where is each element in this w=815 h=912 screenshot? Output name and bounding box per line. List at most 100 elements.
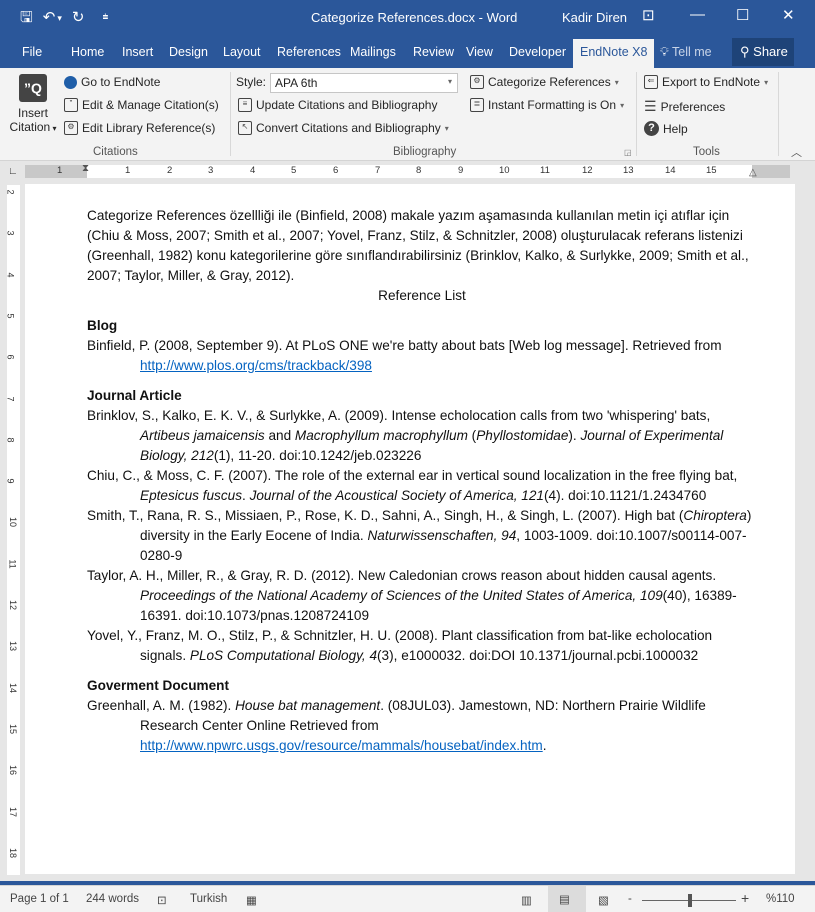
reference-text: . [242, 488, 250, 503]
zoom-out-button[interactable]: - [628, 893, 632, 905]
tab-selector-icon[interactable]: ∟ [8, 166, 18, 177]
ribbon: ”Q Insert Citation ▾ Go to EndNote ” Edi… [0, 68, 815, 161]
update-citations-button[interactable]: ≡ Update Citations and Bibliography [238, 98, 437, 112]
tab-file[interactable]: File [22, 45, 42, 59]
tab-insert[interactable]: Insert [122, 45, 153, 59]
category-heading: Blog [87, 318, 118, 333]
tab-endnote[interactable]: EndNote X8 [573, 39, 655, 68]
document-body[interactable]: Categorize References özellliği ile (Bin… [87, 206, 757, 756]
close-button[interactable]: ✕ [782, 6, 795, 24]
reference-entry: Taylor, A. H., Miller, R., & Gray, R. D.… [87, 566, 757, 626]
lightbulb-icon: 💡︎ [660, 45, 669, 59]
group-divider [230, 72, 231, 156]
chevron-down-icon: ▾ [764, 77, 769, 87]
categorize-label: Categorize References [488, 75, 611, 89]
read-mode-icon[interactable]: ▥ [521, 893, 532, 907]
tab-design[interactable]: Design [169, 45, 208, 59]
redo-icon[interactable]: ↻ [72, 8, 85, 28]
reference-italic-text: House bat management [235, 698, 381, 713]
go-to-endnote-button[interactable]: Go to EndNote [64, 75, 160, 89]
zoom-level[interactable]: %110 [766, 893, 795, 905]
instant-formatting-button[interactable]: ≣ Instant Formatting is On ▾ [470, 98, 624, 112]
tab-home[interactable]: Home [71, 45, 104, 59]
horizontal-ruler[interactable]: ∟ 1 1 2 3 4 5 6 7 8 9 10 11 12 13 14 15 ⧗ △ [0, 161, 815, 181]
update-bibliography-icon: ≡ [238, 98, 252, 112]
user-name[interactable]: Kadir Diren [562, 10, 627, 25]
reference-italic-text: Chiroptera [683, 508, 747, 523]
vertical-ruler[interactable]: 2 3 4 5 6 7 8 9 10 11 12 13 14 15 16 17 18 [0, 181, 25, 881]
edit-manage-citations-button[interactable]: ” Edit & Manage Citation(s) [64, 98, 219, 112]
category-heading: Goverment Document [87, 678, 230, 693]
endnote-logo-icon [64, 75, 77, 89]
tab-layout[interactable]: Layout [223, 45, 261, 59]
reference-text: and [264, 428, 295, 443]
export-icon: ⇐ [644, 75, 658, 89]
word-count[interactable]: 244 words [86, 893, 139, 905]
edit-library-reference-button[interactable]: ⚙ Edit Library Reference(s) [64, 121, 215, 135]
insert-citation-button[interactable]: ”Q Insert Citation ▾ [8, 74, 58, 134]
ruler-number: 13 [623, 165, 634, 176]
zoom-in-button[interactable]: + [741, 890, 749, 906]
style-select[interactable]: APA 6th ▾ [270, 73, 458, 93]
document-page[interactable]: Categorize References özellliği ile (Bin… [25, 184, 795, 874]
maximize-button[interactable]: ☐ [736, 6, 749, 24]
ruler-right-margin [752, 165, 790, 178]
customize-qat-icon[interactable]: ⩧ [102, 8, 108, 28]
status-bar: Page 1 of 1 244 words ⊡ Turkish ▦ ▥ ▤ ▧ … [0, 885, 815, 912]
reference-link[interactable]: http://www.plos.org/cms/trackback/398 [140, 358, 372, 373]
tell-me[interactable]: 💡︎ Tell me [660, 45, 712, 60]
indent-marker[interactable]: ⧗ [82, 163, 89, 174]
ruler-number: 6 [5, 354, 16, 360]
minimize-button[interactable]: — [690, 6, 705, 23]
ruler-number: 10 [8, 517, 19, 528]
edit-library-label: Edit Library Reference(s) [82, 121, 216, 135]
undo-dropdown-icon[interactable]: ▾ [57, 8, 62, 28]
tell-me-label: Tell me [672, 45, 712, 59]
window-title: Categorize References.docx - Word [311, 10, 518, 25]
tab-view[interactable]: View [466, 45, 493, 59]
dialog-launcher-icon[interactable]: ◲ [624, 148, 632, 157]
go-to-endnote-label: Go to EndNote [81, 75, 161, 89]
group-divider [778, 72, 779, 156]
reference-italic-text: Macrophyllum macrophyllum [294, 428, 468, 443]
help-button[interactable]: ? Help [644, 121, 688, 136]
categorize-references-button[interactable]: ⚙ Categorize References ▾ [470, 75, 619, 89]
ribbon-display-options-icon[interactable]: ⊡ [642, 6, 655, 24]
tab-mailings[interactable]: Mailings [350, 45, 396, 59]
preferences-button[interactable]: ☰ Preferences [644, 98, 725, 115]
ruler-number: 12 [8, 599, 19, 611]
collapse-ribbon-icon[interactable]: ︿ [791, 144, 802, 160]
ruler-number: 14 [8, 682, 19, 693]
right-indent-marker[interactable]: △ [749, 167, 757, 178]
reference-link[interactable]: http://www.npwrc.usgs.gov/resource/mamma… [140, 738, 543, 753]
chevron-down-icon: ▾ [620, 100, 625, 110]
reference-entry: Chiu, C., & Moss, C. F. (2007). The role… [87, 466, 757, 506]
ruler-number: 13 [8, 641, 19, 652]
reference-italic-text: PLoS Computational Biology, 4 [189, 648, 378, 663]
page-count[interactable]: Page 1 of 1 [10, 893, 69, 905]
zoom-slider-thumb[interactable] [688, 894, 693, 907]
macro-recording-icon[interactable]: ▦ [246, 893, 257, 907]
share-button[interactable]: ⚲ Share [732, 38, 794, 66]
ruler-number: 9 [458, 165, 464, 176]
convert-citations-icon: ↖ [238, 121, 252, 135]
intro-paragraph: Categorize References özellliği ile (Bin… [87, 208, 749, 283]
print-layout-icon[interactable]: ▤ [548, 886, 586, 912]
ruler-number: 8 [416, 165, 422, 176]
edit-manage-label: Edit & Manage Citation(s) [82, 98, 219, 112]
edit-library-icon: ⚙ [64, 121, 78, 135]
convert-citations-button[interactable]: ↖ Convert Citations and Bibliography ▾ [238, 121, 449, 135]
ribbon-tabs: File Home Insert Design Layout Reference… [0, 36, 815, 68]
proofing-icon[interactable]: ⊡ [157, 893, 167, 907]
tab-review[interactable]: Review [413, 45, 454, 59]
export-to-endnote-button[interactable]: ⇐ Export to EndNote ▾ [644, 75, 768, 89]
language[interactable]: Turkish [190, 893, 227, 905]
tab-references[interactable]: References [277, 45, 341, 59]
ruler-number: 7 [375, 165, 381, 176]
web-layout-icon[interactable]: ▧ [598, 893, 609, 907]
undo-icon[interactable]: ↶ [43, 8, 56, 28]
style-label: Style: [236, 75, 267, 89]
save-icon[interactable]: 🖫 [20, 8, 33, 28]
reference-text: Taylor, A. H., Miller, R., & Gray, R. D.… [87, 568, 717, 583]
tab-developer[interactable]: Developer [509, 45, 566, 59]
